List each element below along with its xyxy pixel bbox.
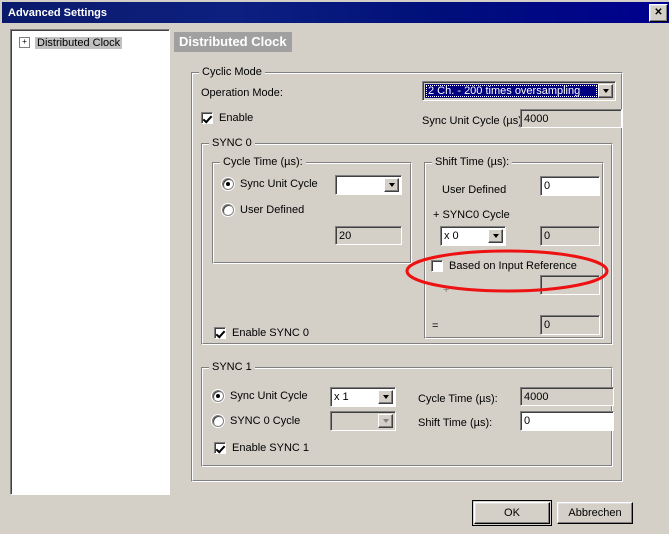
title-bar[interactable]: Advanced Settings ✕ [2, 2, 669, 23]
shift-time-plus-field [540, 275, 600, 295]
sync0-cycle-time-user-defined-field[interactable]: 20 [335, 226, 402, 245]
sync1-sync-unit-cycle-select[interactable]: x 1 [330, 387, 396, 407]
sync0-cycle-time-sync-unit-cycle-label: Sync Unit Cycle [240, 178, 318, 190]
chevron-down-icon[interactable] [384, 178, 399, 192]
sync0-cycle-time-user-defined-radio[interactable]: User Defined [222, 204, 304, 216]
sync1-sync-unit-cycle-value: x 1 [334, 391, 349, 403]
sync0-cycle-time-sync-unit-cycle-select[interactable] [335, 175, 402, 195]
sync-unit-cycle-value: 4000 [524, 112, 549, 125]
advanced-settings-dialog: Advanced Settings ✕ + Distributed Clock … [0, 0, 669, 534]
checkbox-box[interactable] [214, 327, 226, 339]
chevron-down-icon[interactable] [378, 414, 393, 428]
sync0-cycle-time-user-defined-value: 20 [339, 229, 352, 242]
navigation-tree[interactable]: + Distributed Clock [10, 29, 170, 495]
sync1-sync0-cycle-select[interactable] [330, 411, 396, 431]
sync1-shift-time-label: Shift Time (µs): [418, 417, 493, 429]
radio-circle[interactable] [212, 390, 224, 402]
cyclic-mode-group-title: Cyclic Mode [199, 66, 265, 78]
radio-circle[interactable] [222, 178, 234, 190]
shift-time-multiplier-result-field: 0 [540, 226, 600, 246]
tree-item-distributed-clock[interactable]: + Distributed Clock [19, 35, 169, 50]
sync1-sync0-cycle-radio[interactable]: SYNC 0 Cycle [212, 415, 300, 427]
sync1-shift-time-value: 0 [524, 415, 531, 427]
sync1-sync0-cycle-label: SYNC 0 Cycle [230, 415, 301, 427]
sync1-cycle-time-value: 4000 [524, 390, 549, 403]
sync-unit-cycle-label: Sync Unit Cycle (µs): [422, 115, 525, 127]
sync-unit-cycle-value-field: 4000 [520, 109, 622, 128]
sync0-group-title: SYNC 0 [209, 137, 255, 149]
chevron-down-icon[interactable] [488, 229, 503, 243]
page-title: Distributed Clock [174, 32, 292, 52]
close-icon[interactable]: ✕ [649, 4, 668, 22]
sync1-group-title: SYNC 1 [209, 361, 255, 373]
shift-time-multiplier-result: 0 [544, 230, 551, 242]
sync1-shift-time-field[interactable]: 0 [520, 411, 614, 431]
shift-time-user-defined-field[interactable]: 0 [540, 176, 600, 196]
operation-mode-select[interactable]: 2 Ch. - 200 times oversampling [422, 81, 616, 101]
enable-label: Enable [219, 112, 254, 124]
shift-time-user-defined-value: 0 [544, 180, 551, 192]
sync1-sync-unit-cycle-label: Sync Unit Cycle [230, 390, 308, 402]
sync1-sync-unit-cycle-radio[interactable]: Sync Unit Cycle [212, 390, 308, 402]
enable-sync0-label: Enable SYNC 0 [232, 327, 310, 339]
shift-time-user-defined-label: User Defined [442, 184, 507, 196]
shift-time-equals-field: 0 [540, 315, 600, 335]
sync1-cycle-time-label: Cycle Time (µs): [418, 393, 498, 405]
enable-sync1-label: Enable SYNC 1 [232, 442, 310, 454]
sync0-cycle-time-title: Cycle Time (µs): [220, 156, 306, 168]
window-title: Advanced Settings [8, 6, 108, 19]
based-on-input-reference-checkbox[interactable]: Based on Input Reference [431, 260, 577, 272]
enable-checkbox[interactable]: Enable [201, 112, 253, 124]
checkbox-box[interactable] [214, 442, 226, 454]
shift-time-equals-label: = [432, 320, 439, 332]
ok-button-label: OK [504, 507, 520, 519]
sync0-cycle-time-sync-unit-cycle-radio[interactable]: Sync Unit Cycle [222, 178, 318, 190]
sync0-cycle-time-user-defined-label: User Defined [240, 204, 305, 216]
shift-time-equals-value: 0 [544, 319, 551, 331]
sync0-shift-time-title: Shift Time (µs): [432, 156, 513, 168]
shift-time-multiplier-select[interactable]: x 0 [440, 226, 506, 246]
cancel-button-label: Abbrechen [568, 507, 622, 519]
ok-button[interactable]: OK [472, 500, 552, 526]
enable-sync0-checkbox[interactable]: Enable SYNC 0 [214, 327, 309, 339]
enable-sync1-checkbox[interactable]: Enable SYNC 1 [214, 442, 309, 454]
operation-mode-value: 2 Ch. - 200 times oversampling [425, 84, 598, 98]
shift-time-sync0-cycle-label: + SYNC0 Cycle [433, 209, 510, 221]
radio-circle[interactable] [222, 204, 234, 216]
based-on-input-reference-label: Based on Input Reference [449, 260, 577, 272]
shift-time-multiplier-value: x 0 [444, 230, 459, 242]
sync1-cycle-time-field: 4000 [520, 387, 614, 406]
tree-item-label: Distributed Clock [35, 36, 123, 49]
close-glyph: ✕ [654, 7, 663, 18]
chevron-down-icon[interactable] [378, 390, 393, 404]
cancel-button[interactable]: Abbrechen [557, 502, 633, 524]
radio-circle[interactable] [212, 415, 224, 427]
checkbox-box[interactable] [431, 260, 443, 272]
checkbox-box[interactable] [201, 112, 213, 124]
expand-plus-icon[interactable]: + [19, 37, 30, 48]
operation-mode-label: Operation Mode: [201, 87, 283, 99]
chevron-down-icon[interactable] [598, 84, 613, 98]
shift-time-plus-label: + [443, 284, 450, 296]
